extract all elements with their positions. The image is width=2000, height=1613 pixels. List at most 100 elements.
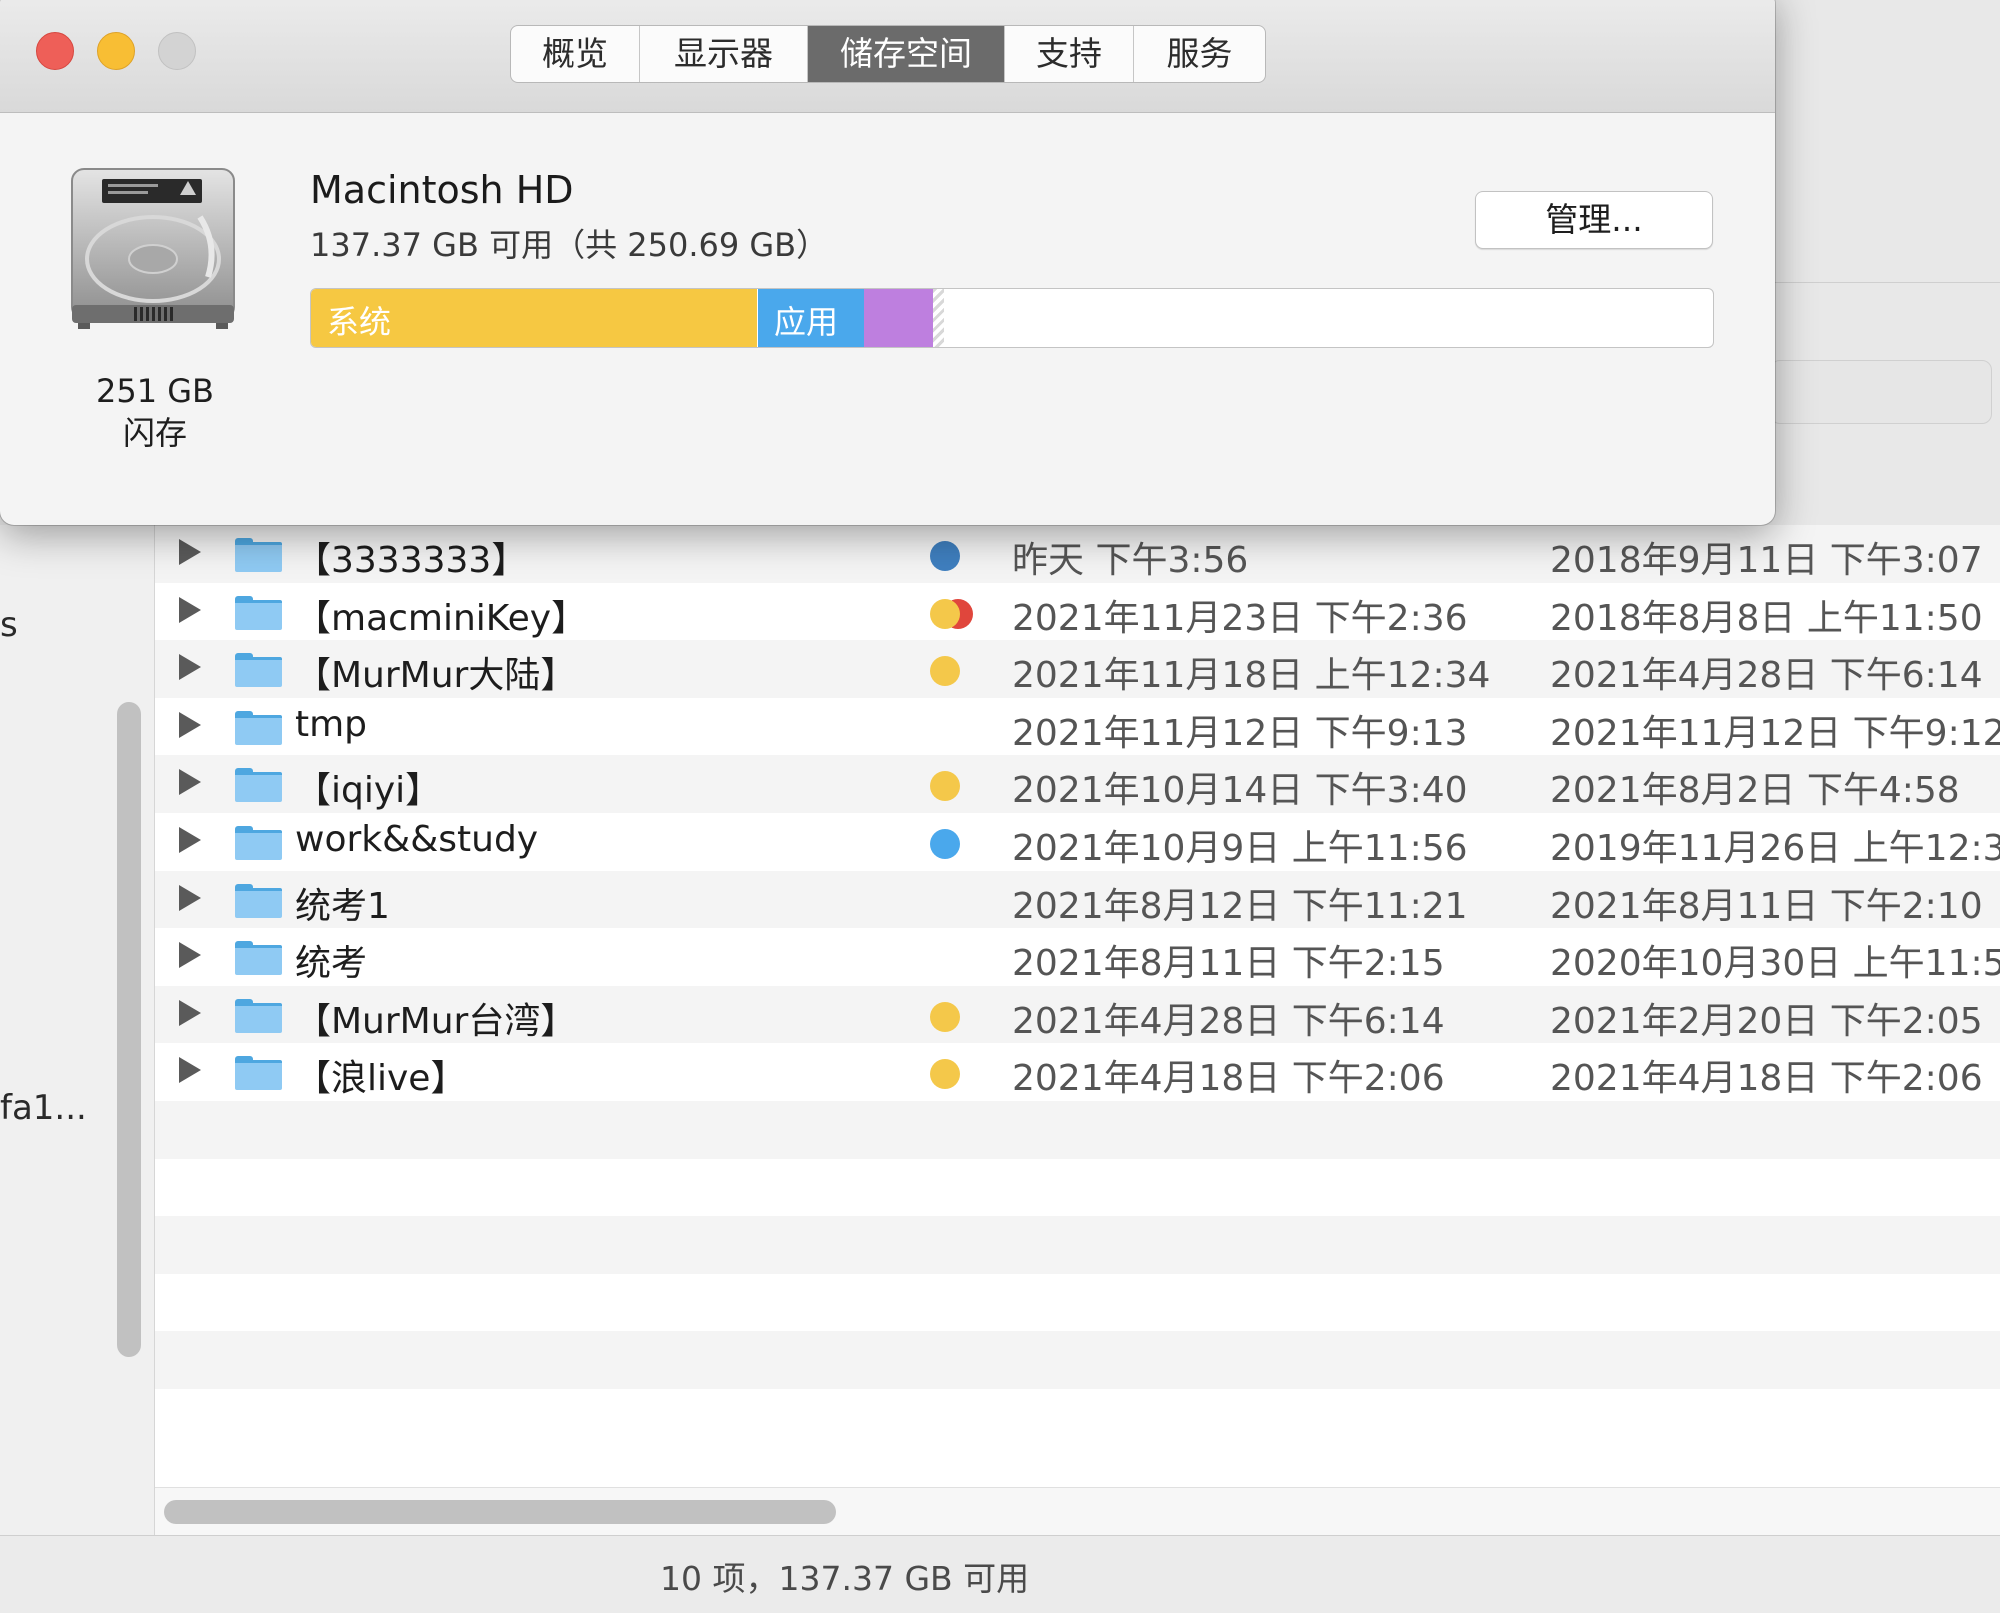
storage-segment-purgeable[interactable] xyxy=(933,289,944,347)
file-name: work&&study xyxy=(295,819,539,860)
sidebar-item-fragment[interactable]: s xyxy=(0,605,18,645)
storage-segment-other[interactable] xyxy=(864,289,933,347)
disk-caption: 251 GB 闪存 xyxy=(40,370,270,454)
file-name: 【macminiKey】 xyxy=(295,597,588,639)
table-row[interactable]: 统考1 2021年8月12日 下午11:21 2021年8月11日 下午2:10 xyxy=(155,870,2000,929)
folder-icon xyxy=(235,653,282,688)
folder-icon xyxy=(235,998,282,1033)
date-modified: 2021年8月11日 下午2:15 xyxy=(1012,943,1445,985)
file-name: 【MurMur大陆】 xyxy=(295,655,577,697)
title-bar: 概览 显示器 储存空间 支持 服务 xyxy=(0,0,1775,113)
volume-availability: 137.37 GB 可用（共 250.69 GB） xyxy=(310,226,829,264)
tag-dot-icon xyxy=(930,1059,960,1090)
search-field[interactable] xyxy=(1770,360,1992,424)
disclosure-triangle-icon[interactable] xyxy=(179,539,201,565)
date-modified: 2021年4月18日 下午2:06 xyxy=(1012,1058,1445,1100)
tag-dot-icon xyxy=(930,829,960,859)
tag-dot-icon xyxy=(930,1001,960,1032)
date-created: 2021年8月2日 下午4:58 xyxy=(1550,770,1960,812)
close-button[interactable] xyxy=(36,32,74,70)
zoom-button[interactable] xyxy=(158,32,196,70)
storage-segment-label: 应用 xyxy=(774,303,839,341)
status-text: 10 项，137.37 GB 可用 xyxy=(660,1559,1030,1598)
folder-icon xyxy=(235,710,282,745)
tab-storage[interactable]: 储存空间 xyxy=(808,26,1005,82)
table-row[interactable]: work&&study 2021年10月9日 上午11:56 2019年11月26日… xyxy=(155,813,2000,871)
disclosure-triangle-icon[interactable] xyxy=(179,1057,201,1084)
horizontal-scrollbar[interactable] xyxy=(164,1500,836,1524)
storage-segment-system[interactable]: 系统 xyxy=(311,289,757,347)
date-modified: 2021年8月12日 下午11:21 xyxy=(1012,885,1468,927)
disclosure-triangle-icon[interactable] xyxy=(179,884,201,911)
table-row[interactable]: 【浪live】 2021年4月18日 下午2:06 2021年4月18日 下午2:0… xyxy=(155,1043,2000,1101)
tab-overview[interactable]: 概览 xyxy=(511,26,640,82)
storage-bar: 系统 应用 xyxy=(310,288,1714,348)
tab-bar: 概览 显示器 储存空间 支持 服务 xyxy=(510,25,1266,83)
folder-icon xyxy=(235,826,282,860)
date-created: 2021年8月11日 下午2:10 xyxy=(1550,885,1983,927)
date-modified: 2021年11月18日 上午12:34 xyxy=(1012,655,1491,697)
status-bar: 10 项，137.37 GB 可用 xyxy=(0,1535,2000,1613)
disclosure-triangle-icon[interactable] xyxy=(179,596,201,623)
table-row[interactable]: 【3333333】 昨天 下午3:56 2018年9月11日 下午3:07 xyxy=(155,525,2000,583)
disclosure-triangle-icon[interactable] xyxy=(179,942,201,969)
disk-type: 闪存 xyxy=(122,414,187,452)
table-row[interactable]: tmp 2021年11月12日 下午9:13 2021年11月12日 下午9:12 xyxy=(155,698,2000,756)
volume-name: Macintosh HD xyxy=(310,168,574,212)
folder-icon xyxy=(235,538,282,572)
empty-row xyxy=(155,1331,2000,1389)
date-created: 2021年4月18日 下午2:06 xyxy=(1550,1058,1983,1100)
disclosure-triangle-icon[interactable] xyxy=(179,769,201,796)
date-modified: 2021年11月23日 下午2:36 xyxy=(1012,597,1468,639)
empty-row xyxy=(155,1101,2000,1159)
tab-support[interactable]: 支持 xyxy=(1005,26,1134,82)
hard-drive-icon xyxy=(71,168,235,329)
date-modified: 2021年10月9日 上午11:56 xyxy=(1012,828,1468,869)
date-created: 2021年4月28日 下午6:14 xyxy=(1550,655,1983,697)
about-this-mac-window: 概览 显示器 储存空间 支持 服务 251 GB 闪存 Macintosh HD… xyxy=(0,0,1775,525)
table-row[interactable]: 【MurMur大陆】 2021年11月18日 上午12:34 2021年4月28日 … xyxy=(155,640,2000,698)
disclosure-triangle-icon[interactable] xyxy=(179,827,201,853)
date-modified: 昨天 下午3:56 xyxy=(1012,540,1249,581)
file-name: tmp xyxy=(295,703,368,745)
disclosure-triangle-icon[interactable] xyxy=(179,711,201,738)
table-row[interactable]: 【MurMur台湾】 2021年4月28日 下午6:14 2021年2月20日 下午… xyxy=(155,985,2000,1044)
file-name: 统考 xyxy=(295,943,368,985)
minimize-button[interactable] xyxy=(97,32,135,70)
folder-icon xyxy=(235,941,282,976)
disk-size: 251 GB xyxy=(96,372,214,410)
toolbar-divider xyxy=(1770,282,2000,283)
manage-button[interactable]: 管理... xyxy=(1475,191,1713,249)
storage-segment-label: 系统 xyxy=(327,303,392,341)
empty-row xyxy=(155,1159,2000,1217)
tag-dot-icon xyxy=(930,771,960,802)
disclosure-triangle-icon[interactable] xyxy=(179,654,201,681)
sidebar-item-fragment[interactable]: fa1... xyxy=(0,1088,87,1128)
date-created: 2018年8月8日 上午11:50 xyxy=(1550,597,1983,639)
folder-icon xyxy=(235,883,282,918)
tag-dot-icon xyxy=(930,656,960,687)
disclosure-triangle-icon[interactable] xyxy=(179,999,201,1026)
table-row[interactable]: 【macminiKey】 2021年11月23日 下午2:36 2018年8月8日 … xyxy=(155,583,2000,641)
folder-icon xyxy=(235,768,282,803)
date-modified: 2021年4月28日 下午6:14 xyxy=(1012,1000,1445,1042)
table-row[interactable]: 【iqiyi】 2021年10月14日 下午3:40 2021年8月2日 下午4:5… xyxy=(155,755,2000,813)
date-created: 2021年2月20日 下午2:05 xyxy=(1550,1000,1983,1042)
file-name: 统考1 xyxy=(295,885,390,927)
file-name: 【浪live】 xyxy=(295,1058,467,1100)
date-modified: 2021年10月14日 下午3:40 xyxy=(1012,770,1468,812)
date-created: 2019年11月26日 上午12:35 xyxy=(1550,828,2000,869)
tag-dot-icon xyxy=(930,541,960,571)
tab-displays[interactable]: 显示器 xyxy=(640,26,808,82)
file-list: 【3333333】 昨天 下午3:56 2018年9月11日 下午3:07 【macm… xyxy=(155,525,2000,1487)
date-created: 2020年10月30日 上午11:50 xyxy=(1550,943,2000,985)
empty-row xyxy=(155,1389,2000,1447)
file-name: 【iqiyi】 xyxy=(295,770,442,812)
file-name: 【3333333】 xyxy=(295,540,528,581)
sidebar-scrollbar[interactable] xyxy=(117,702,141,1357)
storage-segment-apps[interactable]: 应用 xyxy=(757,289,865,347)
file-name: 【MurMur台湾】 xyxy=(295,1000,577,1042)
date-created: 2021年11月12日 下午9:12 xyxy=(1550,712,2000,754)
tab-service[interactable]: 服务 xyxy=(1134,26,1265,82)
table-row[interactable]: 统考 2021年8月11日 下午2:15 2020年10月30日 上午11:50 xyxy=(155,928,2000,986)
